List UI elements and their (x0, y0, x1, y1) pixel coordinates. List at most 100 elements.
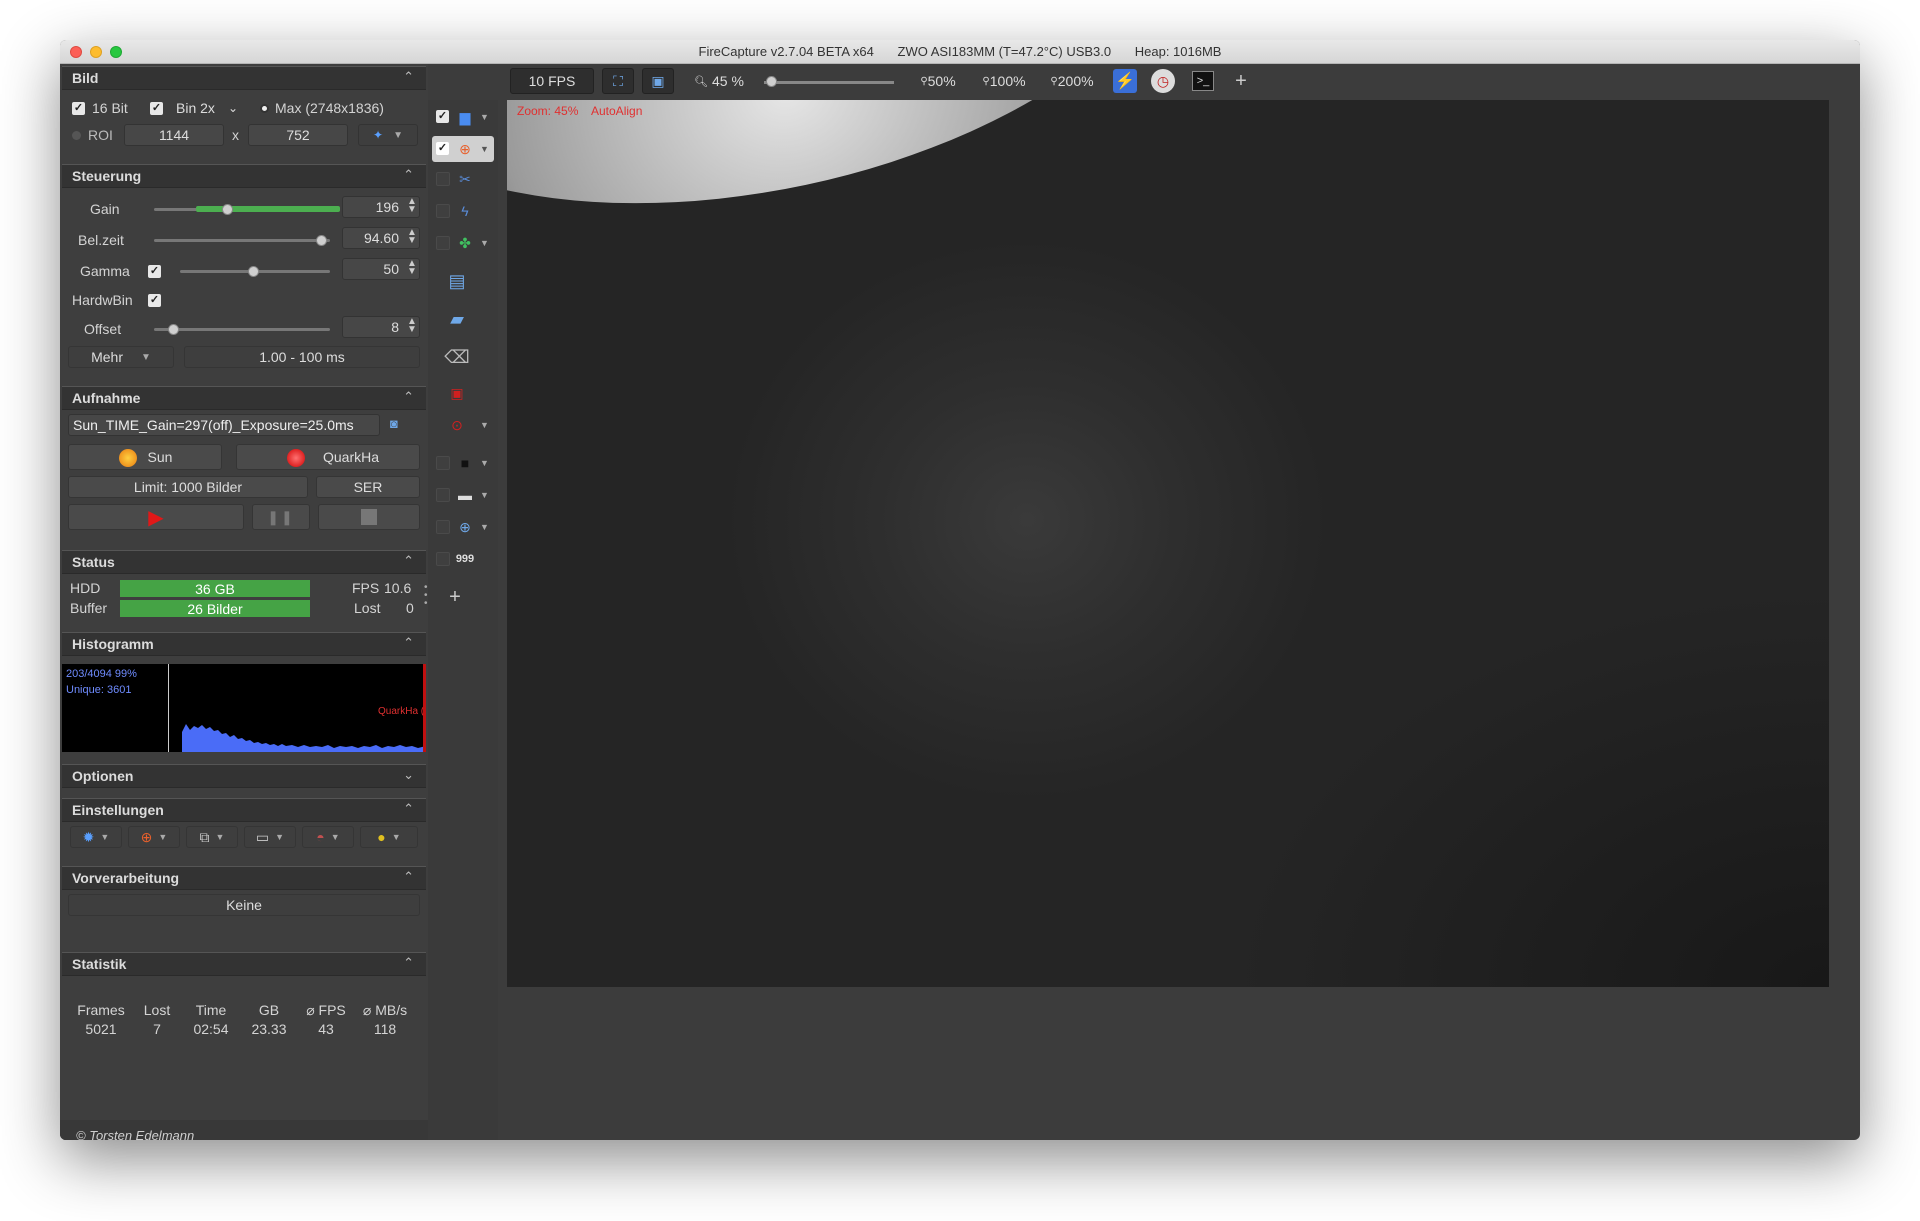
section-header-einstellungen[interactable]: Einstellungen ⌃ (62, 798, 426, 822)
record-dot-icon[interactable]: ⊙ (446, 416, 468, 434)
scissors-icon[interactable]: ✂ (454, 170, 476, 188)
offset-slider-track[interactable] (154, 328, 330, 331)
record-screen-icon[interactable]: ▣ (446, 384, 468, 402)
gamma-stepper[interactable]: ▲ ▼ (406, 259, 418, 277)
record-pause-button[interactable]: ❚❚ (252, 504, 310, 530)
screen-button[interactable]: ▣ (642, 68, 674, 94)
tool-checkbox-7[interactable] (436, 488, 450, 502)
gamma-checkbox[interactable]: ✓ (148, 265, 161, 278)
section-header-histogramm[interactable]: Histogramm ⌃ (62, 632, 426, 656)
roi-height-input[interactable]: 752 (248, 124, 348, 146)
zoom-100-button[interactable]: ⚲ 100% (974, 68, 1034, 94)
minimize-window-button[interactable] (90, 46, 102, 58)
add-plugin-button[interactable]: + (444, 586, 466, 608)
section-header-optionen[interactable]: Optionen ⌄ (62, 764, 426, 788)
autorun-button[interactable]: ⚡ (1110, 68, 1140, 94)
settings-focuser-button[interactable]: ◓ ▼ (302, 826, 354, 848)
tool-checkbox-9[interactable] (436, 552, 450, 566)
section-header-statistik[interactable]: Statistik ⌃ (62, 952, 426, 976)
zoom-200-button[interactable]: ⚲ 200% (1042, 68, 1102, 94)
preprocessing-select[interactable]: Keine (68, 894, 420, 916)
exposure-stepper[interactable]: ▲ ▼ (406, 228, 418, 246)
bin-select[interactable]: Bin 2x ⌄ (170, 97, 242, 119)
tool-checkbox-5[interactable] (436, 236, 450, 250)
hardwbin-checkbox[interactable]: ✓ (148, 294, 161, 307)
settings-display-button[interactable]: ▭ ▼ (244, 826, 296, 848)
more-vert-icon[interactable]: • • • (424, 583, 428, 609)
dash-icon[interactable]: ▬ (454, 486, 476, 504)
section-header-vorverarbeitung[interactable]: Vorverarbeitung ⌃ (62, 866, 426, 890)
expand-icon[interactable]: ⌄ (403, 767, 414, 783)
collapse-icon[interactable]: ⌃ (403, 635, 414, 651)
collapse-icon[interactable]: ⌃ (403, 69, 414, 85)
chevron-down-icon[interactable]: ▼ (480, 238, 489, 248)
chevron-down-icon[interactable]: ▼ (480, 420, 489, 430)
trash-icon[interactable]: ⌫ (444, 347, 469, 367)
offset-stepper[interactable]: ▲ ▼ (406, 317, 418, 335)
folder-icon[interactable]: ▰ (446, 309, 468, 329)
bit16-checkbox[interactable]: ✓ (72, 102, 85, 115)
autoalign-checkbox[interactable]: ✓ (436, 142, 449, 155)
add-tool-button[interactable]: + (1228, 68, 1254, 94)
section-header-bild[interactable]: Bild ⌃ (62, 66, 426, 90)
tool-checkbox-8[interactable] (436, 520, 450, 534)
maximize-window-button[interactable] (110, 46, 122, 58)
exposure-slider-track[interactable] (154, 239, 330, 242)
histogram-tool-checkbox[interactable]: ✓ (436, 110, 449, 123)
roi-preset-select[interactable]: ✦ ▼ (358, 124, 418, 146)
profile-sun-button[interactable]: Sun (68, 444, 222, 470)
fps-limit-button[interactable]: 10 FPS (510, 68, 594, 94)
counter-icon[interactable]: 999 (454, 550, 476, 568)
focus-icon[interactable]: ϟ (454, 202, 476, 220)
tool-checkbox-3[interactable] (436, 172, 450, 186)
section-header-steuerung[interactable]: Steuerung ⌃ (62, 164, 426, 188)
chevron-down-icon[interactable]: ▼ (480, 112, 489, 122)
exposure-slider-knob[interactable] (316, 235, 327, 246)
roi-width-input[interactable]: 1144 (124, 124, 224, 146)
record-stop-button[interactable] (318, 504, 420, 530)
image-viewer[interactable]: Zoom: 45% AutoAlign (507, 100, 1829, 987)
chevron-down-icon[interactable]: ▼ (480, 490, 489, 500)
chevron-down-icon[interactable]: ▼ (480, 522, 489, 532)
settings-target-button[interactable]: ⊕ ▼ (128, 826, 180, 848)
timer-button[interactable]: ◷ (1148, 68, 1178, 94)
globe-icon[interactable]: ⊕ (454, 518, 476, 536)
bin-checkbox[interactable]: ✓ (150, 102, 163, 115)
autoalign-tool-button[interactable]: ✓ ⊕ ▼ (432, 136, 494, 162)
settings-copy-button[interactable]: ⧉ ▼ (186, 826, 238, 848)
collapse-icon[interactable]: ⌃ (403, 869, 414, 885)
roi-radio[interactable] (72, 131, 81, 140)
max-radio[interactable] (260, 104, 269, 113)
format-select[interactable]: SER (316, 476, 420, 498)
filename-field[interactable]: Sun_TIME_Gain=297(off)_Exposure=25.0ms (68, 414, 380, 436)
settings-gear-button[interactable]: ✹ ▼ (70, 826, 122, 848)
save-icon[interactable]: ▤ (446, 271, 468, 291)
settings-plugin-button[interactable]: ● ▼ (360, 826, 418, 848)
camera-icon[interactable]: ◙ (390, 416, 408, 432)
tool-checkbox-6[interactable] (436, 456, 450, 470)
bar-chart-icon[interactable]: ▆ (454, 108, 476, 126)
collapse-icon[interactable]: ⌃ (403, 167, 414, 183)
close-window-button[interactable] (70, 46, 82, 58)
tool-checkbox-4[interactable] (436, 204, 450, 218)
zoom-50-button[interactable]: ⚲ 50% (912, 68, 964, 94)
mehr-select[interactable]: Mehr ▼ (68, 346, 174, 368)
stars-icon[interactable]: ✤ (454, 234, 476, 252)
gain-slider-knob[interactable] (222, 204, 233, 215)
chevron-down-icon[interactable]: ▼ (480, 458, 489, 468)
gain-stepper[interactable]: ▲ ▼ (406, 197, 418, 215)
collapse-icon[interactable]: ⌃ (403, 955, 414, 971)
limit-button[interactable]: Limit: 1000 Bilder (68, 476, 308, 498)
record-start-button[interactable]: ▶ (68, 504, 244, 530)
zoom-slider-knob[interactable] (766, 76, 777, 87)
black-square-icon[interactable]: ■ (454, 454, 476, 472)
collapse-icon[interactable]: ⌃ (403, 553, 414, 569)
fit-screen-button[interactable]: ⛶ (602, 68, 634, 94)
console-button[interactable]: >_ (1188, 68, 1218, 94)
section-header-aufnahme[interactable]: Aufnahme ⌃ (62, 386, 426, 410)
profile-quarkha-button[interactable]: QuarkHa (236, 444, 420, 470)
collapse-icon[interactable]: ⌃ (403, 389, 414, 405)
collapse-icon[interactable]: ⌃ (403, 801, 414, 817)
section-header-status[interactable]: Status ⌃ (62, 550, 426, 574)
offset-slider-knob[interactable] (168, 324, 179, 335)
